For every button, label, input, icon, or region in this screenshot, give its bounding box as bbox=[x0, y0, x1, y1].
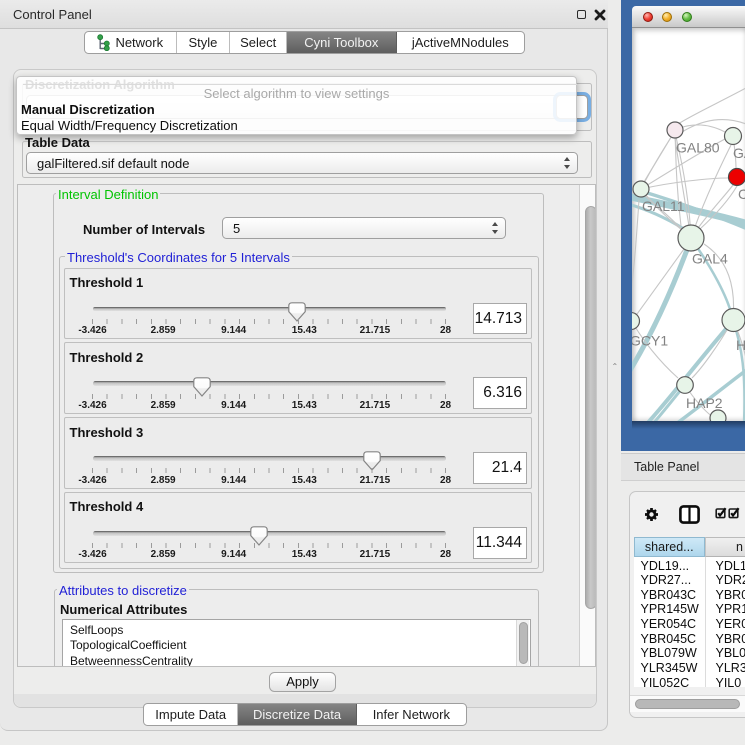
svg-text:GCY1: GCY1 bbox=[632, 333, 668, 349]
svg-text:GA: GA bbox=[733, 145, 745, 161]
svg-text:HAP2: HAP2 bbox=[686, 395, 723, 411]
svg-text:GAL4: GAL4 bbox=[692, 251, 728, 267]
svg-text:GAL11: GAL11 bbox=[642, 198, 685, 214]
svg-text:GAL80: GAL80 bbox=[676, 140, 720, 156]
svg-text:CO: CO bbox=[738, 186, 745, 202]
svg-text:H: H bbox=[736, 337, 745, 353]
